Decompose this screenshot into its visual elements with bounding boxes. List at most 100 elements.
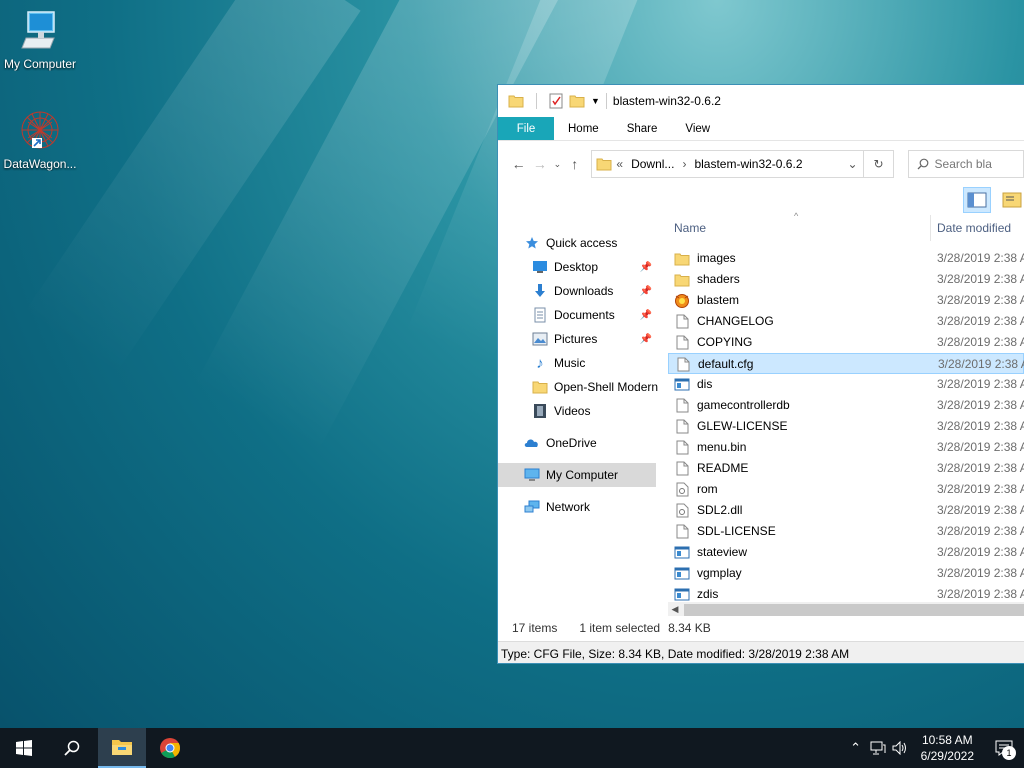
file-row[interactable]: COPYING 3/28/2019 2:38 A [668,332,1024,353]
pin-icon[interactable]: 📌 [640,262,652,273]
column-divider[interactable] [930,215,931,241]
taskbar-file-explorer[interactable] [98,728,146,768]
nav-item-quick-access[interactable]: Quick access [498,231,656,255]
pin-icon[interactable]: 📌 [640,334,652,345]
nav-item-downloads[interactable]: Downloads 📌 [498,279,656,303]
file-date-modified: 3/28/2019 2:38 A [937,335,1024,349]
clock[interactable]: 10:58 AM 6/29/2022 [911,732,984,764]
file-list-pane: ^ Name Date modified images 3/28/2019 2:3… [668,211,1024,616]
explorer-window[interactable]: ▼ blastem-win32-0.6.2 File Home Share Vi… [497,84,1024,664]
pin-icon[interactable]: 📌 [640,286,652,297]
nav-item-label: Desktop [554,260,599,274]
item-count: 17 items [512,621,558,635]
file-row[interactable]: vgmplay 3/28/2019 2:38 A [668,563,1024,584]
search-button[interactable] [48,728,96,768]
separator [536,93,537,109]
column-header-date-modified[interactable]: Date modified [937,221,1011,235]
documents-icon [532,307,548,323]
breadcrumb-downloads[interactable]: Downl... [631,157,674,171]
search-box[interactable]: Search bla [907,150,1024,178]
desktop-icon-datawagon[interactable]: DataWagon... [0,108,80,171]
content-area: Quick access Desktop 📌 Downloads 📌 Docum… [498,211,1024,616]
details-view-button[interactable] [998,187,1024,213]
folder-icon [674,251,690,266]
file-row[interactable]: default.cfg 3/28/2019 2:38 A [668,353,1024,374]
tab-file[interactable]: File [498,117,554,140]
music-icon: ♪ [536,354,544,372]
file-row[interactable]: SDL2.dll 3/28/2019 2:38 A [668,500,1024,521]
volume-icon[interactable] [889,741,911,755]
nav-item-documents[interactable]: Documents 📌 [498,303,656,327]
action-center-button[interactable]: 1 [984,728,1024,768]
file-row[interactable]: menu.bin 3/28/2019 2:38 A [668,437,1024,458]
file-row[interactable]: README 3/28/2019 2:38 A [668,458,1024,479]
recent-locations-button[interactable]: ⌄ [551,153,565,175]
pin-icon[interactable]: 📌 [640,310,652,321]
nav-item-desktop[interactable]: Desktop 📌 [498,255,656,279]
navigation-pane-button[interactable] [963,187,991,213]
new-folder-icon[interactable] [569,94,585,108]
exe-icon [674,566,690,581]
file-date-modified: 3/28/2019 2:38 A [937,482,1024,496]
file-row[interactable]: SDL-LICENSE 3/28/2019 2:38 A [668,521,1024,542]
exe-icon [674,545,690,560]
nav-item-label: Quick access [546,236,618,250]
file-name: default.cfg [698,357,754,371]
tab-home[interactable]: Home [554,117,613,140]
status-bar: 17 items 1 item selected 8.34 KB [498,615,1024,641]
computer-icon [524,467,540,483]
properties-icon[interactable] [549,93,563,109]
ribbon-tabs: File Home Share View [498,117,1024,141]
file-date-modified: 3/28/2019 2:38 A [937,377,1024,391]
sort-ascending-icon: ^ [794,211,799,221]
file-row[interactable]: blastem 3/28/2019 2:38 A [668,290,1024,311]
breadcrumb-overflow[interactable]: « [616,157,623,171]
forward-button[interactable]: → [529,153,550,175]
scroll-left-icon[interactable]: ◀ [668,602,682,616]
column-header-name[interactable]: Name [674,221,706,235]
nav-item-videos[interactable]: Videos [498,399,656,423]
breadcrumb-current[interactable]: blastem-win32-0.6.2 [694,157,802,171]
separator [605,93,607,109]
windows-logo-icon [16,740,32,756]
pane-splitter[interactable] [660,215,661,615]
start-button[interactable] [0,728,48,768]
horizontal-scrollbar[interactable]: ◀ [668,602,1024,616]
back-button[interactable]: ← [508,153,529,175]
file-date-modified: 3/28/2019 2:38 A [937,545,1024,559]
file-date-modified: 3/28/2019 2:38 A [937,524,1024,538]
tab-view[interactable]: View [671,117,724,140]
nav-item-pictures[interactable]: Pictures 📌 [498,327,656,351]
app-icon [674,293,690,308]
nav-item-my-computer[interactable]: My Computer [498,463,656,487]
file-icon [674,398,690,413]
file-row[interactable]: rom 3/28/2019 2:38 A [668,479,1024,500]
file-row[interactable]: images 3/28/2019 2:38 A [668,248,1024,269]
file-row[interactable]: stateview 3/28/2019 2:38 A [668,542,1024,563]
file-row[interactable]: GLEW-LICENSE 3/28/2019 2:38 A [668,416,1024,437]
nav-item-onedrive[interactable]: OneDrive [498,431,656,455]
address-bar[interactable]: « Downl... › blastem-win32-0.6.2 ⌄ [591,150,865,178]
nav-item-music[interactable]: ♪ Music [498,351,656,375]
title-bar[interactable]: ▼ blastem-win32-0.6.2 [498,85,1024,117]
taskbar-chrome[interactable] [146,728,194,768]
refresh-button[interactable]: ↻ [864,150,894,178]
file-row[interactable]: shaders 3/28/2019 2:38 A [668,269,1024,290]
tab-share[interactable]: Share [613,117,672,140]
nav-item-network[interactable]: Network [498,495,656,519]
file-row[interactable]: dis 3/28/2019 2:38 A [668,374,1024,395]
up-button[interactable]: ↑ [564,153,585,175]
file-icon [674,335,690,350]
network-status-icon[interactable] [867,741,889,755]
desktop-icon-my-computer[interactable]: My Computer [0,10,80,71]
file-date-modified: 3/28/2019 2:38 A [937,419,1024,433]
file-name: rom [697,482,718,496]
address-dropdown-icon[interactable]: ⌄ [841,157,863,171]
customize-dropdown-icon[interactable]: ▼ [591,96,600,106]
chevron-up-icon[interactable]: ⌃ [845,740,867,756]
file-row[interactable]: CHANGELOG 3/28/2019 2:38 A [668,311,1024,332]
file-name: shaders [697,272,740,286]
file-row[interactable]: gamecontrollerdb 3/28/2019 2:38 A [668,395,1024,416]
network-icon [524,499,540,515]
nav-item-open-shell[interactable]: Open-Shell Modern [498,375,658,399]
